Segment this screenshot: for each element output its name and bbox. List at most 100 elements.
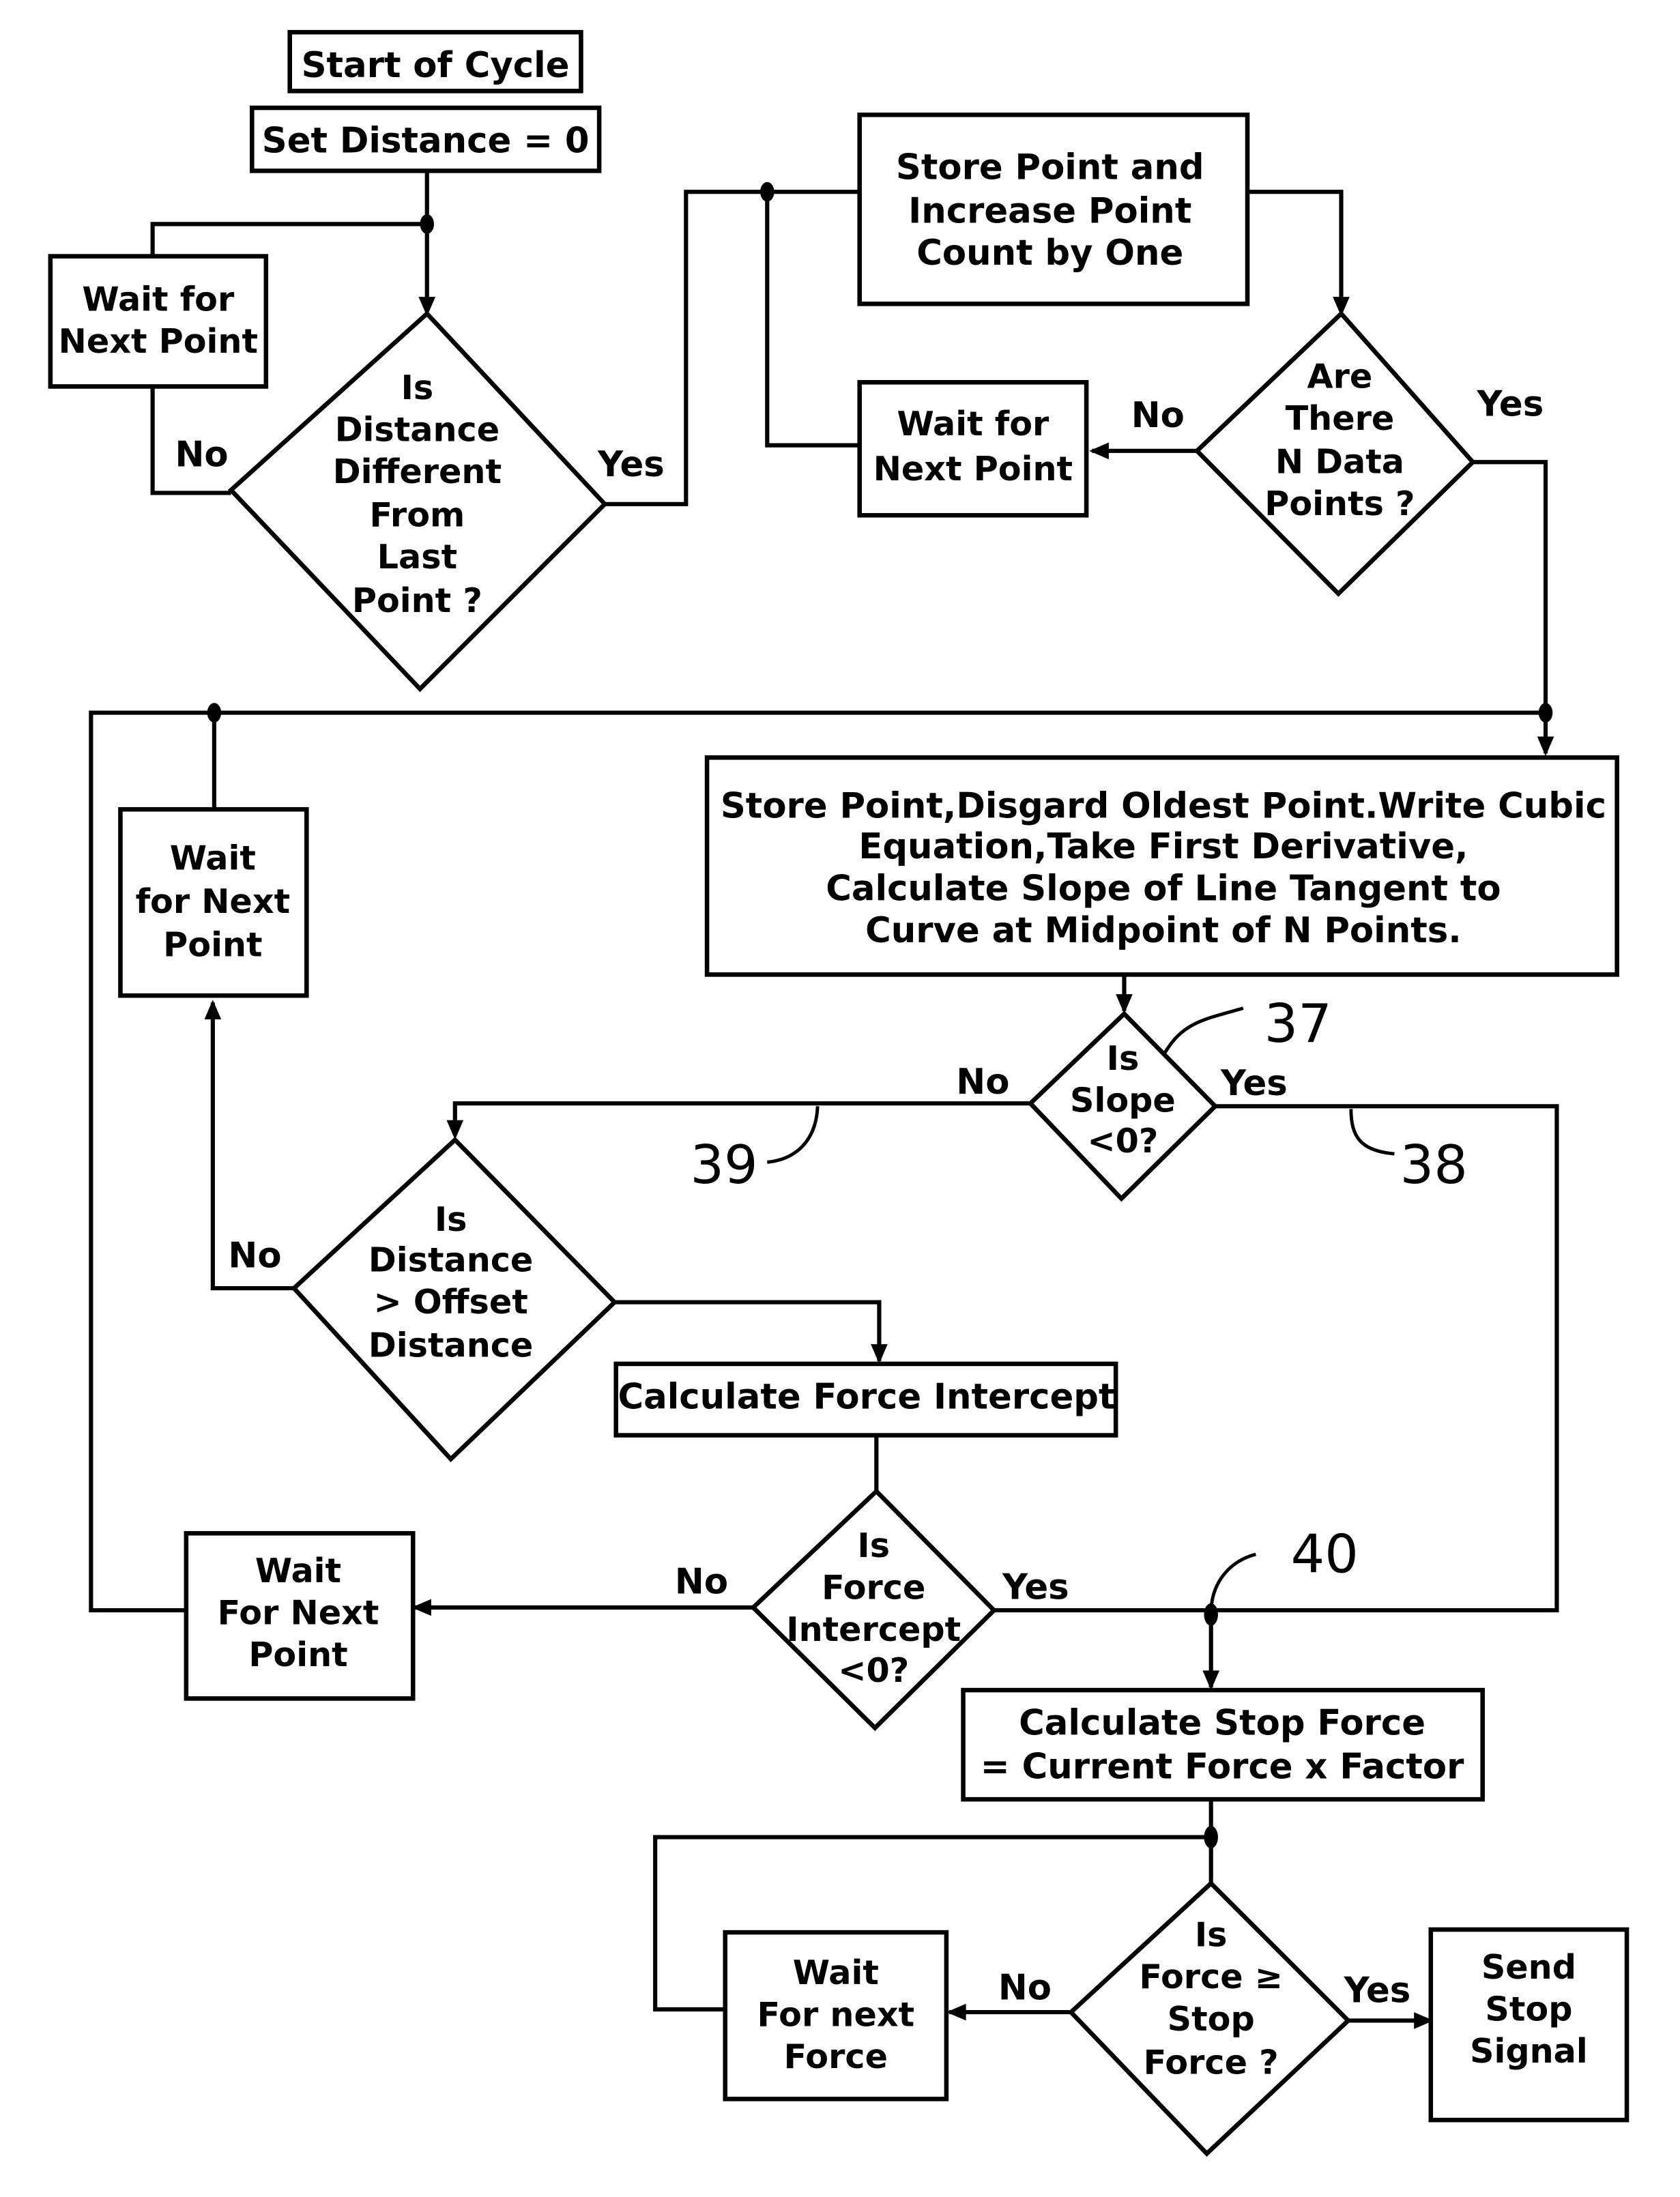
node-text: <0?	[1087, 1121, 1158, 1161]
node-text: For Next	[218, 1593, 379, 1633]
arrow-down-icon	[1537, 736, 1554, 757]
decision-distance-different: Is Distance Different From Last Point ?	[227, 310, 608, 693]
node-text: Force ?	[1144, 2042, 1279, 2082]
junction-dot	[1538, 703, 1553, 723]
node-wait-for-next-point-1: Wait for Next Point	[48, 254, 269, 389]
node-text: Wait	[255, 1551, 341, 1590]
node-text: Wait for	[82, 280, 235, 319]
node-start-of-cycle: Start of Cycle	[287, 29, 583, 93]
node-wait-for-next-point-3: Wait for Next Point	[118, 806, 309, 998]
edge-label-yes: Yes	[597, 444, 665, 485]
edge-label-no: No	[998, 1968, 1052, 2009]
node-text: Next Point	[59, 321, 258, 361]
node-set-distance: Set Distance = 0	[250, 105, 602, 173]
edge-label-no: No	[1131, 395, 1185, 436]
reference-numeral-39: 39	[690, 1135, 757, 1196]
node-text: Calculate Force Intercept	[618, 1377, 1115, 1418]
leader-line-38	[1349, 1109, 1395, 1156]
node-text: Distance	[368, 1240, 533, 1279]
node-text: Points ?	[1264, 484, 1415, 523]
node-wait-for-next-point-2: Wait for Next Point	[857, 379, 1089, 518]
node-text: For next	[757, 1995, 915, 2035]
node-wait-for-next-point-4: Wait For Next Point	[184, 1530, 416, 1701]
connector-store-to-decision-n	[1247, 190, 1344, 311]
decision-offset-distance: Is Distance > Offset Distance	[291, 1136, 618, 1463]
edge-label-yes: Yes	[1344, 1970, 1411, 2011]
connector-wait1-loop	[150, 222, 427, 257]
node-text: Wait for	[897, 404, 1049, 443]
decision-slope: Is Slope <0?	[1027, 1010, 1219, 1202]
connector-slope-no	[452, 1101, 1031, 1135]
leader-line-37	[1163, 1006, 1244, 1054]
node-text: Signal	[1470, 2031, 1588, 2071]
node-text: > Offset	[373, 1282, 527, 1322]
connector-offset-yes	[614, 1300, 882, 1361]
node-text: Force	[784, 2037, 888, 2076]
arrow-down-icon	[871, 1344, 888, 1364]
decision-n-data-points: Are There N Data Points ?	[1193, 310, 1476, 597]
arrow-up-icon	[204, 1000, 222, 1020]
node-wait-for-next-force: Wait For next Force	[723, 1930, 949, 2101]
node-text: Store Point,Disgard Oldest Point.Write C…	[721, 786, 1606, 827]
node-text: Distance	[335, 409, 499, 449]
node-text: <0?	[838, 1650, 909, 1690]
node-text: Stop	[1168, 1999, 1255, 2039]
node-text: Are	[1307, 356, 1373, 396]
edge-label-yes: Yes	[1220, 1063, 1288, 1104]
node-text: Stop	[1485, 1989, 1572, 2028]
node-text: Different	[333, 452, 502, 491]
node-text: Force ≥	[1139, 1957, 1283, 1996]
node-text: Force	[822, 1568, 925, 1607]
node-text: Increase Point	[908, 190, 1191, 231]
node-cubic-equation: Store Point,Disgard Oldest Point.Write C…	[704, 755, 1619, 977]
node-text: = Current Force x Factor	[981, 1746, 1464, 1787]
node-text: Point	[163, 925, 262, 965]
connector-yes-to-junction	[1473, 460, 1548, 754]
connector-intercept-yes	[994, 1608, 1213, 1687]
node-text: Last	[377, 537, 457, 577]
node-text: Is	[401, 368, 434, 407]
node-text: From	[369, 495, 465, 535]
decision-force-intercept: Is Force Intercept <0?	[750, 1488, 998, 1732]
edge-label-no: No	[175, 434, 228, 475]
leader-line-40	[1209, 1552, 1256, 1611]
node-text: for Next	[136, 882, 291, 921]
node-calculate-force-intercept: Calculate Force Intercept	[613, 1361, 1118, 1438]
flowchart: Start of Cycle Set Distance = 0 Wait for…	[48, 29, 1630, 2157]
node-text: Next Point	[873, 449, 1073, 489]
node-text: Count by One	[916, 233, 1183, 274]
edge-label-no: No	[956, 1062, 1009, 1103]
node-text: Point ?	[352, 581, 482, 620]
node-calculate-stop-force: Calculate Stop Force = Current Force x F…	[961, 1687, 1485, 1802]
node-text: Calculate Slope of Line Tangent to	[826, 869, 1501, 910]
connector-slope-yes	[1211, 1104, 1559, 1613]
node-text: Curve at Midpoint of N Points.	[865, 910, 1462, 951]
junction-dot	[207, 703, 222, 723]
node-text: Set Distance = 0	[262, 121, 590, 162]
node-text: Slope	[1070, 1080, 1176, 1120]
node-send-stop-signal: Send Stop Signal	[1428, 1927, 1630, 2123]
arrow-down-icon	[1202, 1670, 1220, 1691]
node-text: Distance	[368, 1326, 533, 1365]
node-text: Calculate Stop Force	[1019, 1703, 1425, 1744]
node-text: Is	[435, 1199, 467, 1239]
connector-wait2-loop	[765, 192, 860, 448]
node-text: Point	[248, 1635, 347, 1674]
reference-numeral-38: 38	[1400, 1135, 1468, 1196]
node-text: Is	[857, 1526, 890, 1565]
junction-dot	[420, 214, 435, 234]
node-text: Start of Cycle	[302, 45, 570, 86]
junction-dot	[760, 181, 774, 202]
reference-numeral-37: 37	[1264, 993, 1332, 1055]
node-text: Intercept	[786, 1610, 961, 1649]
edge-label-no: No	[675, 1561, 728, 1602]
decision-force-stop: Is Force ≥ Stop Force ?	[1067, 1880, 1352, 2157]
node-text: Send	[1481, 1947, 1576, 1987]
node-text: Store Point and	[896, 147, 1204, 188]
edge-label-no: No	[228, 1235, 281, 1276]
node-text: Wait	[793, 1953, 879, 1992]
edge-label-yes: Yes	[1477, 384, 1544, 425]
arrow-left-icon	[946, 2003, 966, 2021]
node-text: There	[1286, 398, 1395, 438]
node-text: Equation,Take First Derivative,	[858, 826, 1468, 867]
